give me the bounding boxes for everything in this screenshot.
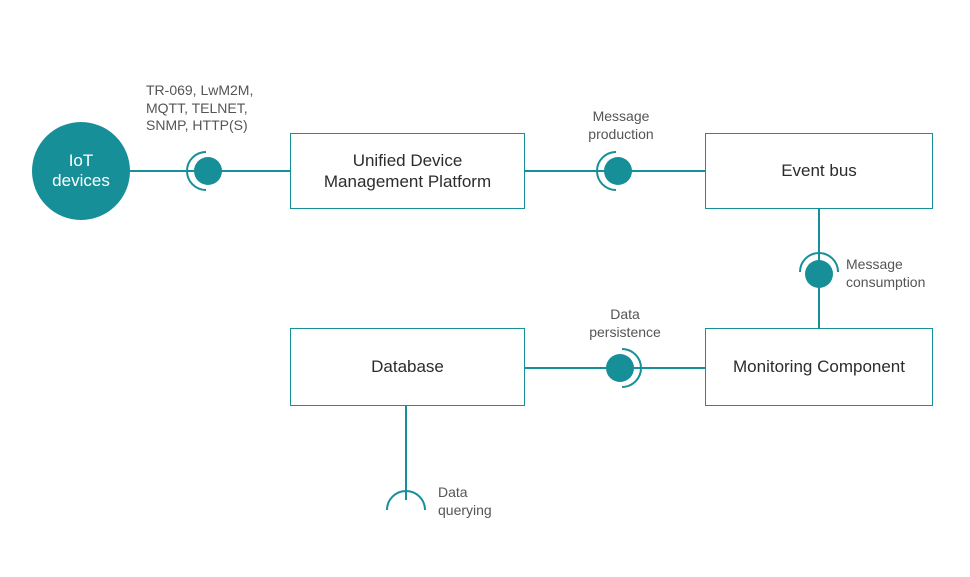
label-consumption: Message consumption <box>846 256 946 291</box>
node-database: Database <box>290 328 525 406</box>
port-querying-ball <box>396 500 416 520</box>
diagram-canvas: IoT devices Unified Device Management Pl… <box>0 0 970 577</box>
port-production-ball <box>604 157 632 185</box>
node-udmp: Unified Device Management Platform <box>290 133 525 209</box>
port-consumption-ball <box>805 260 833 288</box>
node-database-label: Database <box>371 356 444 377</box>
label-protocols: TR-069, LwM2M, MQTT, TELNET, SNMP, HTTP(… <box>146 82 296 135</box>
label-persistence: Data persistence <box>580 306 670 341</box>
label-production: Message production <box>576 108 666 143</box>
node-monitor-label: Monitoring Component <box>733 356 905 377</box>
port-protocols-ball <box>194 157 222 185</box>
node-monitoring: Monitoring Component <box>705 328 933 406</box>
node-udmp-label: Unified Device Management Platform <box>324 150 491 193</box>
node-event-bus: Event bus <box>705 133 933 209</box>
node-iot-label: IoT devices <box>52 151 110 190</box>
node-eventbus-label: Event bus <box>781 160 857 181</box>
label-querying: Data querying <box>438 484 518 519</box>
node-iot-devices: IoT devices <box>32 122 130 220</box>
port-persistence-ball <box>606 354 634 382</box>
